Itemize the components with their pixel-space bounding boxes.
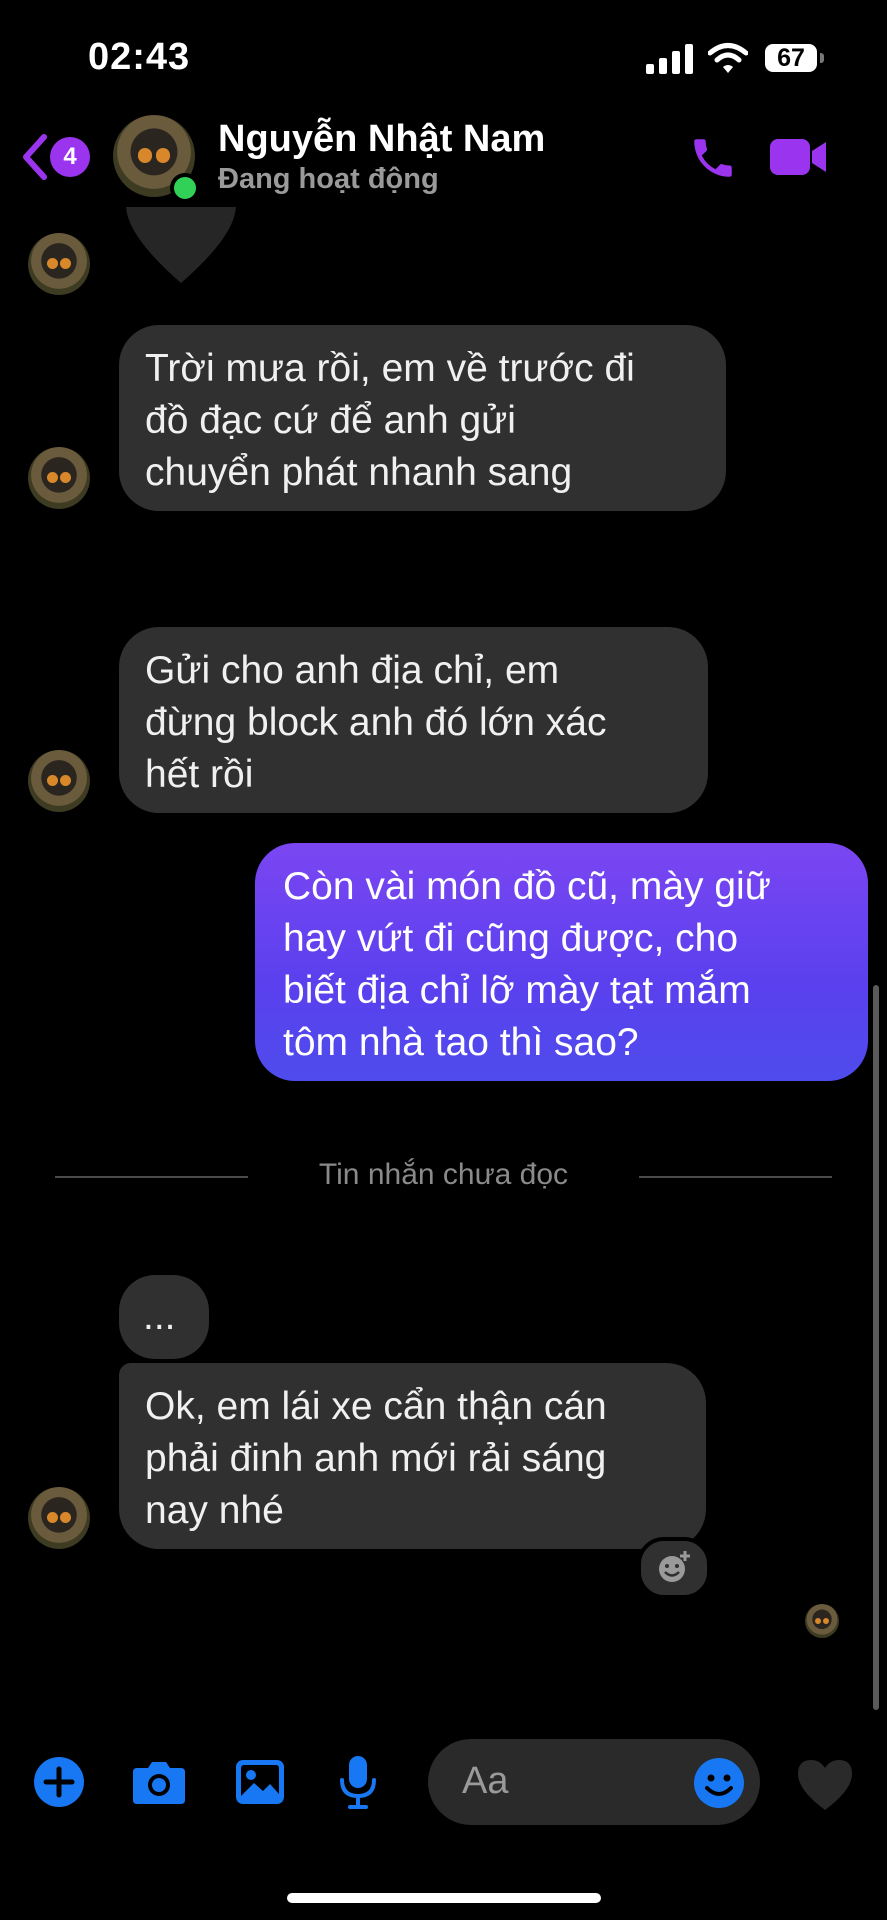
- incoming-message-bubble[interactable]: ...: [119, 1275, 209, 1359]
- microphone-icon[interactable]: [338, 1754, 378, 1810]
- divider-line-right: [639, 1176, 832, 1178]
- camera-icon[interactable]: [131, 1758, 187, 1806]
- message-text: Trời mưa rồi, em về trước đi đồ đạc cứ đ…: [145, 347, 635, 494]
- heart-reaction-icon: [126, 207, 236, 283]
- sender-avatar: [28, 1487, 90, 1549]
- plus-icon[interactable]: [33, 1756, 85, 1808]
- sender-avatar: [28, 447, 90, 509]
- message-text: Còn vài món đồ cũ, mày giữ hay vứt đi cũ…: [283, 865, 771, 1064]
- emoji-icon[interactable]: [693, 1757, 745, 1809]
- incoming-message-bubble[interactable]: Ok, em lái xe cẩn thận cán phải đinh anh…: [119, 1363, 706, 1549]
- wifi-icon: [708, 43, 748, 73]
- gallery-icon[interactable]: [234, 1758, 286, 1806]
- unread-count-badge[interactable]: 4: [50, 137, 90, 177]
- sender-avatar: [28, 750, 90, 812]
- back-chevron-icon[interactable]: [20, 132, 50, 182]
- sender-avatar: [28, 233, 90, 295]
- unread-divider-label: Tin nhắn chưa đọc: [318, 1158, 569, 1191]
- status-time: 02:43: [88, 36, 191, 78]
- contact-name[interactable]: Nguyễn Nhật Nam: [218, 118, 545, 161]
- phone-icon[interactable]: [688, 133, 738, 183]
- message-text: Ok, em lái xe cẩn thận cán phải đinh anh…: [145, 1385, 607, 1532]
- outgoing-message-bubble[interactable]: Còn vài món đồ cũ, mày giữ hay vứt đi cũ…: [255, 843, 868, 1081]
- incoming-message-bubble[interactable]: Trời mưa rồi, em về trước đi đồ đạc cứ đ…: [119, 325, 726, 511]
- incoming-message-bubble[interactable]: Gửi cho anh địa chỉ, em đừng block anh đ…: [119, 627, 708, 813]
- cellular-signal-icon: [646, 44, 693, 74]
- contact-status: Đang hoạt động: [218, 163, 439, 195]
- online-status-dot: [170, 173, 200, 203]
- read-receipt-avatar: [805, 1604, 839, 1638]
- message-text: Gửi cho anh địa chỉ, em đừng block anh đ…: [145, 649, 607, 796]
- video-call-icon[interactable]: [768, 133, 830, 181]
- add-reaction-icon: [659, 1551, 690, 1582]
- message-input-placeholder: Aa: [462, 1760, 509, 1802]
- message-text: ...: [143, 1295, 176, 1338]
- add-reaction-button[interactable]: [637, 1537, 711, 1599]
- home-indicator: [287, 1893, 601, 1903]
- heart-icon[interactable]: [796, 1758, 854, 1812]
- scrollbar[interactable]: [873, 985, 879, 1710]
- battery-indicator: 67: [765, 44, 824, 72]
